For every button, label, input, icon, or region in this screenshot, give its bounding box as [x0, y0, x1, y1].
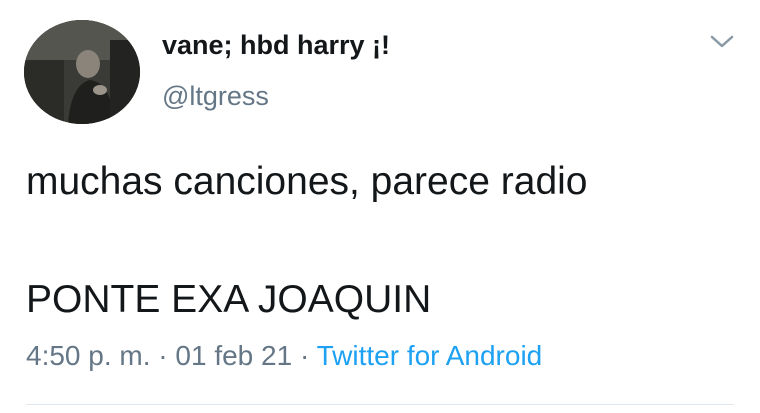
tweet-meta: 4:50 p. m. · 01 feb 21 · Twitter for And…	[26, 340, 542, 372]
tweet[interactable]: vane; hbd harry ¡! @ltgress muchas canci…	[0, 0, 760, 413]
avatar-photo-icon	[24, 20, 140, 124]
tweet-text-line-1: muchas canciones, parece radio	[26, 160, 588, 203]
display-name[interactable]: vane; hbd harry ¡!	[162, 30, 390, 61]
tweet-text-line-2: PONTE EXA JOAQUIN	[26, 278, 432, 321]
tweet-date[interactable]: 01 feb 21	[175, 340, 292, 371]
avatar[interactable]	[24, 20, 140, 124]
tweet-source-link[interactable]: Twitter for Android	[317, 340, 543, 371]
meta-separator: ·	[150, 340, 176, 371]
tweet-time[interactable]: 4:50 p. m.	[26, 340, 151, 371]
divider	[26, 404, 734, 405]
user-handle[interactable]: @ltgress	[162, 81, 269, 112]
chevron-down-icon[interactable]	[708, 30, 736, 52]
meta-separator: ·	[292, 340, 317, 371]
